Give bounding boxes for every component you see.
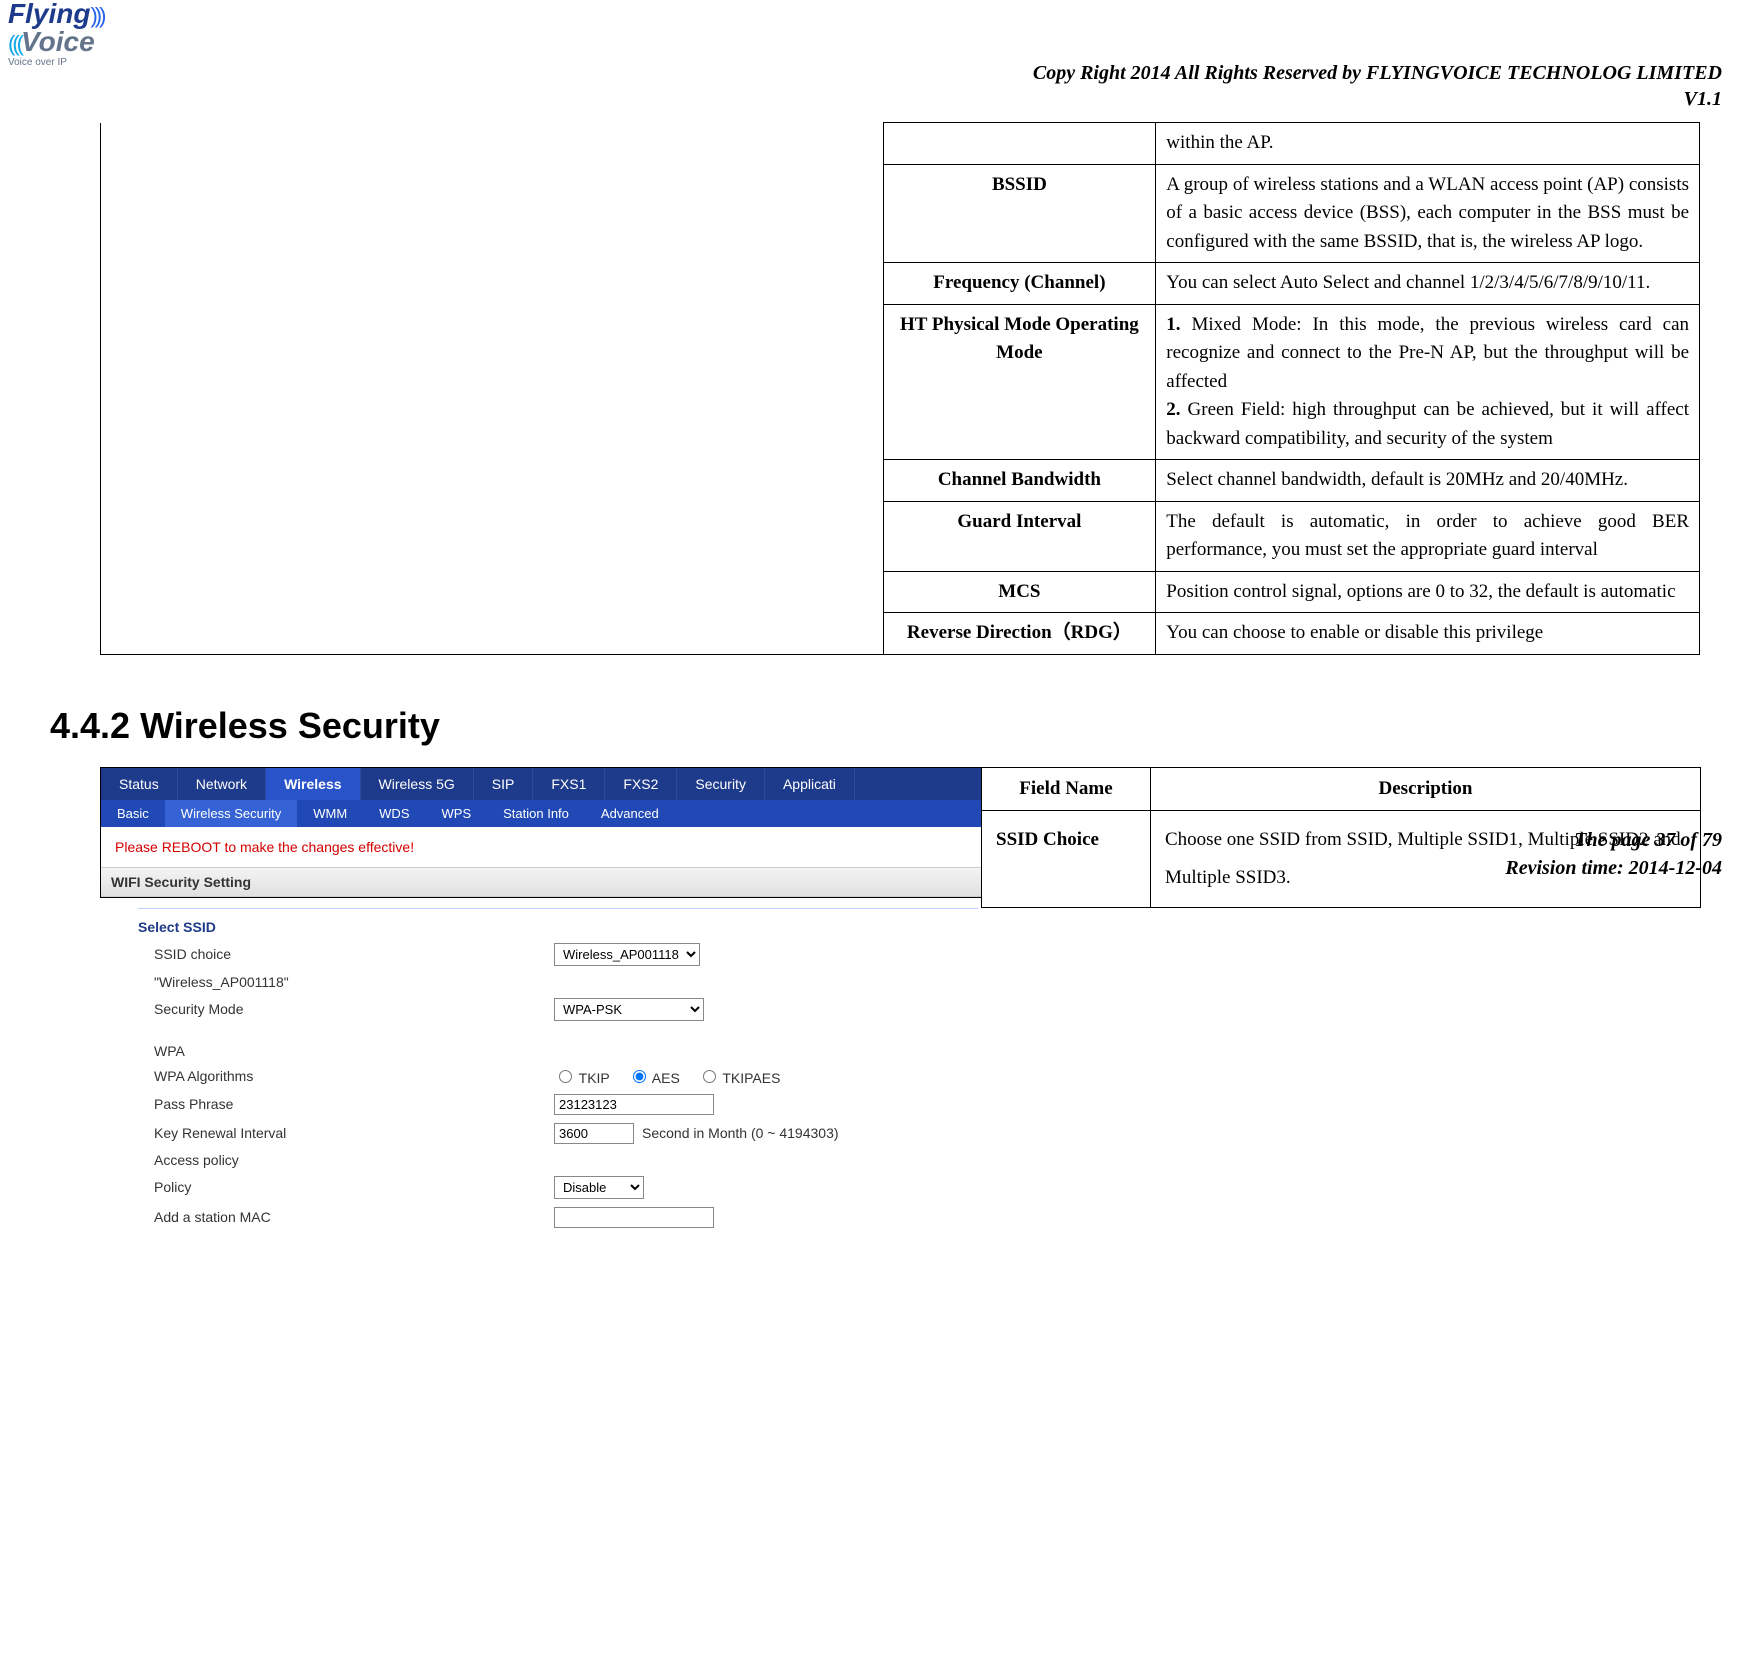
access-policy-group-label: Access policy (138, 1148, 978, 1172)
param-desc: You can select Auto Select and channel 1… (1156, 263, 1700, 305)
pass-phrase-input[interactable] (554, 1094, 714, 1115)
col-field-name: Field Name (982, 767, 1151, 810)
revision-time: Revision time: 2014-12-04 (1505, 854, 1722, 882)
ssid-choice-label: SSID choice (154, 946, 554, 962)
wifi-security-section-bar: WIFI Security Setting (101, 867, 981, 897)
subtab-wmm[interactable]: WMM (297, 800, 363, 827)
tab-fxs2[interactable]: FXS2 (605, 768, 677, 800)
key-renewal-input[interactable] (554, 1123, 634, 1144)
sub-tabs: Basic Wireless Security WMM WDS WPS Stat… (101, 800, 981, 827)
add-station-mac-label: Add a station MAC (154, 1209, 554, 1225)
wpa-group-label: WPA (138, 1039, 978, 1063)
copyright-text: Copy Right 2014 All Rights Reserved by F… (30, 60, 1722, 86)
select-ssid-group: Select SSID (138, 913, 978, 939)
logo-voice: Voice (21, 26, 95, 57)
page-number: The page 37 of 79 (1505, 826, 1722, 854)
wpa-alg-tkip[interactable]: TKIP (554, 1070, 610, 1086)
tab-security[interactable]: Security (677, 768, 765, 800)
field-name-cell: SSID Choice (982, 810, 1151, 907)
wifi-form: Select SSID SSID choice Wireless_AP00111… (138, 908, 978, 1232)
param-label: BSSID (883, 164, 1156, 263)
page-footer: The page 37 of 79 Revision time: 2014-12… (1505, 826, 1722, 882)
subtab-advanced[interactable]: Advanced (585, 800, 675, 827)
param-desc: within the AP. (1156, 123, 1700, 165)
ssid-quoted-label: "Wireless_AP001118" (154, 974, 554, 990)
param-label: Channel Bandwidth (883, 460, 1156, 502)
param-desc: Position control signal, options are 0 t… (1156, 571, 1700, 613)
form-row: Policy Disable (138, 1172, 978, 1203)
policy-select[interactable]: Disable (554, 1176, 644, 1199)
version-text: V1.1 (30, 86, 1722, 112)
param-desc: You can choose to enable or disable this… (1156, 613, 1700, 655)
logo-tagline: Voice over IP (8, 58, 103, 68)
subtab-wds[interactable]: WDS (363, 800, 425, 827)
form-row: WPA Algorithms TKIP AES TKIPAES (138, 1063, 978, 1090)
param-label: MCS (883, 571, 1156, 613)
wpa-alg-aes[interactable]: AES (628, 1070, 680, 1086)
wifi-icon: ((( (8, 33, 21, 55)
param-desc: The default is automatic, in order to ac… (1156, 501, 1700, 571)
wpa-alg-tkipaes[interactable]: TKIPAES (698, 1070, 781, 1086)
security-mode-label: Security Mode (154, 1001, 554, 1017)
subtab-wireless-security[interactable]: Wireless Security (165, 800, 297, 827)
param-desc: 1. Mixed Mode: In this mode, the previou… (1156, 304, 1700, 460)
params-table: within the AP. BSSID A group of wireless… (100, 122, 1700, 655)
param-label: Frequency (Channel) (883, 263, 1156, 305)
form-row: "Wireless_AP001118" (138, 970, 978, 994)
logo: Flying))) (((Voice Voice over IP (8, 0, 103, 68)
form-row: SSID choice Wireless_AP001118 (138, 939, 978, 970)
tab-fxs1[interactable]: FXS1 (533, 768, 605, 800)
wifi-icon: ))) (90, 5, 103, 27)
tab-sip[interactable]: SIP (474, 768, 534, 800)
wpa-algorithms-label: WPA Algorithms (154, 1068, 554, 1084)
param-desc: Select channel bandwidth, default is 20M… (1156, 460, 1700, 502)
wireless-security-panel: Status Network Wireless Wireless 5G SIP … (100, 767, 981, 898)
tab-status[interactable]: Status (101, 768, 178, 800)
form-row: Key Renewal Interval Second in Month (0 … (138, 1119, 978, 1148)
key-renewal-label: Key Renewal Interval (154, 1125, 554, 1141)
key-renewal-hint: Second in Month (0 ~ 4194303) (642, 1125, 839, 1141)
table-row: Field Name Description (982, 767, 1701, 810)
tab-wireless5g[interactable]: Wireless 5G (361, 768, 474, 800)
param-desc: A group of wireless stations and a WLAN … (1156, 164, 1700, 263)
ssid-choice-select[interactable]: Wireless_AP001118 (554, 943, 700, 966)
param-label (883, 123, 1156, 165)
form-row: Pass Phrase (138, 1090, 978, 1119)
empty-cell (101, 123, 884, 655)
col-description: Description (1151, 767, 1701, 810)
subtab-wps[interactable]: WPS (426, 800, 488, 827)
subtab-basic[interactable]: Basic (101, 800, 165, 827)
add-station-mac-input[interactable] (554, 1207, 714, 1228)
subtab-station-info[interactable]: Station Info (487, 800, 585, 827)
main-tabs: Status Network Wireless Wireless 5G SIP … (101, 768, 981, 800)
tab-wireless[interactable]: Wireless (266, 768, 360, 800)
header-right: Copy Right 2014 All Rights Reserved by F… (30, 60, 1722, 112)
param-label: Guard Interval (883, 501, 1156, 571)
form-row: Add a station MAC (138, 1203, 978, 1232)
pass-phrase-label: Pass Phrase (154, 1096, 554, 1112)
logo-flying: Flying (8, 0, 90, 29)
form-row: Security Mode WPA-PSK (138, 994, 978, 1025)
tab-network[interactable]: Network (178, 768, 266, 800)
security-mode-select[interactable]: WPA-PSK (554, 998, 704, 1021)
reboot-warning: Please REBOOT to make the changes effect… (101, 827, 981, 867)
param-label: Reverse Direction（RDG） (883, 613, 1156, 655)
tab-application[interactable]: Applicati (765, 768, 855, 800)
param-label: HT Physical Mode Operating Mode (883, 304, 1156, 460)
table-row: within the AP. (101, 123, 1700, 165)
section-heading: 4.4.2 Wireless Security (50, 705, 1722, 747)
policy-label: Policy (154, 1179, 554, 1195)
